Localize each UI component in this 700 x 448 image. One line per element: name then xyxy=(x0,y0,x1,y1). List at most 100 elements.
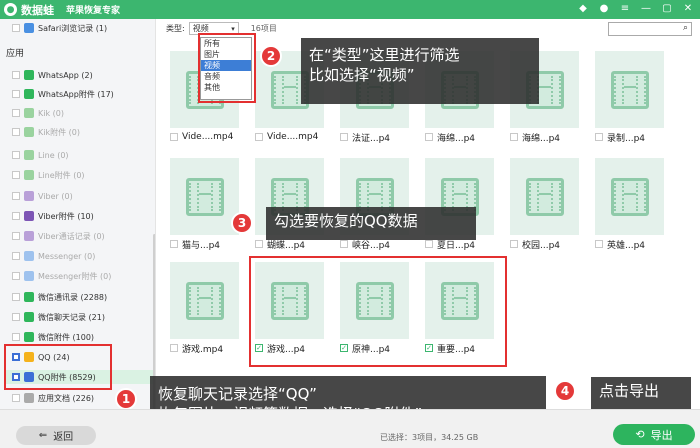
sidebar-item-checkbox[interactable] xyxy=(12,313,20,321)
whatsapp-icon xyxy=(24,70,34,80)
export-icon: ⟲ xyxy=(635,428,645,441)
sidebar-section-apps: 应用 xyxy=(6,49,25,59)
sidebar-item[interactable]: Line附件 (0) xyxy=(12,168,85,182)
export-button-label: 导出 xyxy=(650,428,673,442)
sidebar-item-label: Line附件 (0) xyxy=(38,170,85,180)
safari-icon xyxy=(24,23,34,33)
close-icon[interactable]: ✕ xyxy=(682,3,694,14)
file-name: 英雄...p4 xyxy=(607,240,646,251)
step-2-badge: 2 xyxy=(260,45,282,67)
user-icon[interactable]: ● xyxy=(598,3,610,14)
sidebar-item-label: Viber附件 (10) xyxy=(38,211,94,221)
sidebar-item-checkbox[interactable] xyxy=(12,252,20,260)
sidebar-item-label: Viber通话记录 (0) xyxy=(38,231,105,241)
sidebar-item[interactable]: Line (0) xyxy=(12,148,69,162)
sidebar-item-checkbox[interactable] xyxy=(12,128,20,136)
film-strip-icon xyxy=(185,177,224,216)
sidebar-item[interactable]: 微信附件 (100) xyxy=(12,330,94,344)
file-checkbox[interactable] xyxy=(595,240,603,248)
sidebar-item[interactable]: Messenger (0) xyxy=(12,249,95,263)
file-checkbox[interactable] xyxy=(510,133,518,141)
sidebar-item[interactable]: Viber通话记录 (0) xyxy=(12,229,105,243)
file-checkbox[interactable] xyxy=(595,133,603,141)
sidebar-item[interactable]: 微信通讯录 (2288) xyxy=(12,290,107,304)
selection-status: 已选择：3项目，34.25 GB xyxy=(380,433,479,442)
export-button[interactable]: ⟲ 导出 xyxy=(613,424,695,445)
sidebar-item[interactable]: Viber (0) xyxy=(12,189,73,203)
file-name: 猫与...p4 xyxy=(182,240,221,251)
sidebar-item-checkbox[interactable] xyxy=(12,24,20,32)
sidebar-item-checkbox[interactable] xyxy=(12,232,20,240)
viber-attachment-icon xyxy=(24,211,34,221)
sidebar-item[interactable]: Kik附件 (0) xyxy=(12,125,80,139)
video-thumbnail[interactable] xyxy=(595,51,664,128)
file-checkbox[interactable] xyxy=(340,133,348,141)
sidebar-item[interactable]: 微信聊天记录 (21) xyxy=(12,310,105,324)
menu-icon[interactable]: ≡ xyxy=(619,3,631,14)
file-checkbox[interactable] xyxy=(255,240,263,248)
maximize-icon[interactable]: ▢ xyxy=(661,3,673,14)
annotation-box-dropdown xyxy=(198,33,256,103)
file-checkbox[interactable] xyxy=(510,240,518,248)
sidebar-item[interactable]: 应用文档 (226) xyxy=(12,391,94,405)
sidebar-item[interactable]: Viber附件 (10) xyxy=(12,209,94,223)
sidebar-item-checkbox[interactable] xyxy=(12,272,20,280)
file-name: 法证...p4 xyxy=(352,133,391,144)
sidebar-item-checkbox[interactable] xyxy=(12,192,20,200)
file-name: 游戏.mp4 xyxy=(182,344,224,355)
sidebar-item-checkbox[interactable] xyxy=(12,109,20,117)
video-thumbnail[interactable] xyxy=(595,158,664,235)
sidebar-item-label: 微信通讯录 (2288) xyxy=(38,292,108,302)
sidebar-item-label: Messenger (0) xyxy=(38,251,96,261)
callout-2-line2: 比如选择“视频” xyxy=(309,66,415,84)
search-input[interactable]: ⌕ xyxy=(608,22,692,36)
sidebar-item-checkbox[interactable] xyxy=(12,71,20,79)
sidebar-item-checkbox[interactable] xyxy=(12,90,20,98)
film-strip-icon xyxy=(610,177,649,216)
sidebar-item[interactable]: Messenger附件 (0) xyxy=(12,269,111,283)
sidebar-item-label: Viber (0) xyxy=(38,191,73,201)
sidebar-item-checkbox[interactable] xyxy=(12,394,20,402)
file-name: 校园...p4 xyxy=(522,240,561,251)
back-button[interactable]: ⇐ 返回 xyxy=(16,426,96,445)
callout-step-2: 在“类型”这里进行筛选 比如选择“视频” xyxy=(301,38,539,104)
callout-step-3: 勾选要恢复的QQ数据 xyxy=(266,207,476,240)
file-caption: 游戏.mp4 xyxy=(170,342,250,355)
diamond-icon[interactable]: ◆ xyxy=(577,3,589,14)
step-1-badge: 1 xyxy=(115,388,137,410)
app-subtitle: 苹果恢复专家 xyxy=(66,6,121,16)
search-icon[interactable]: ⌕ xyxy=(683,23,688,33)
sidebar-item[interactable]: Kik (0) xyxy=(12,106,64,120)
callout-1-line1: 恢复聊天记录选择“QQ” xyxy=(158,385,317,403)
minimize-icon[interactable]: — xyxy=(640,3,652,14)
file-checkbox[interactable] xyxy=(255,133,263,141)
line-icon xyxy=(24,150,34,160)
file-checkbox[interactable] xyxy=(170,344,178,352)
sidebar-item[interactable]: Safari浏览记录 (1) xyxy=(12,21,107,35)
sidebar-item-checkbox[interactable] xyxy=(12,333,20,341)
file-checkbox[interactable] xyxy=(170,240,178,248)
sidebar-item-checkbox[interactable] xyxy=(12,171,20,179)
kik-attachment-icon xyxy=(24,127,34,137)
file-checkbox[interactable] xyxy=(425,240,433,248)
sidebar-item[interactable]: WhatsApp (2) xyxy=(12,68,93,82)
file-caption: 录制...p4 xyxy=(595,131,675,144)
sidebar-item-checkbox[interactable] xyxy=(12,212,20,220)
file-checkbox[interactable] xyxy=(340,240,348,248)
bottom-bar: ⇐ 返回 已选择：3项目，34.25 GB ⟲ 导出 xyxy=(0,409,700,448)
video-thumbnail[interactable] xyxy=(510,158,579,235)
sidebar-item-label: Messenger附件 (0) xyxy=(38,271,112,281)
sidebar-item-checkbox[interactable] xyxy=(12,293,20,301)
video-thumbnail[interactable] xyxy=(170,158,239,235)
file-checkbox[interactable] xyxy=(170,133,178,141)
file-name: 录制...p4 xyxy=(607,133,646,144)
back-button-label: 返回 xyxy=(53,432,74,443)
film-strip-icon xyxy=(610,70,649,109)
sidebar-item-checkbox[interactable] xyxy=(12,151,20,159)
file-checkbox[interactable] xyxy=(425,133,433,141)
messenger-attachment-icon xyxy=(24,271,34,281)
file-caption: 猫与...p4 xyxy=(170,238,250,251)
sidebar-item[interactable]: WhatsApp附件 (17) xyxy=(12,87,114,101)
video-thumbnail[interactable] xyxy=(170,262,239,339)
viber-call-icon xyxy=(24,231,34,241)
